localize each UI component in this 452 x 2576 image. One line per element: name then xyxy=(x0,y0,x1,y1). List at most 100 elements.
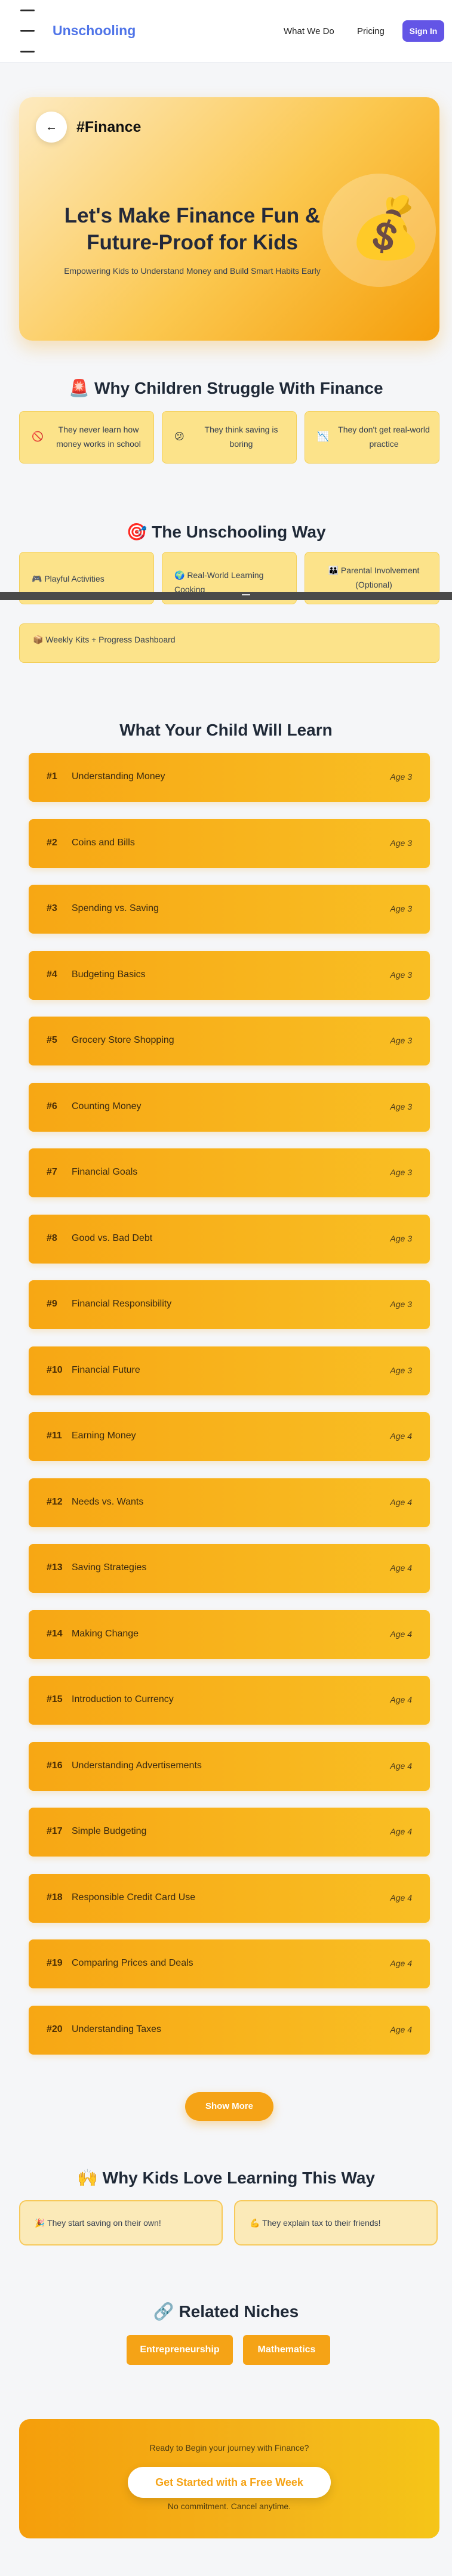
learn-item-age: Age 4 xyxy=(390,1431,412,1441)
money-bag-icon: 💰 xyxy=(349,193,423,262)
sign-in-button[interactable]: Sign In xyxy=(402,20,444,42)
learn-item[interactable]: #10 Financial Future Age 3 xyxy=(29,1346,430,1395)
learn-item-number: #17 xyxy=(47,1826,63,1836)
hero-subtitle: Empowering Kids to Understand Money and … xyxy=(64,266,321,276)
learn-item-title: Good vs. Bad Debt xyxy=(72,1233,153,1243)
niche-entrepreneurship-button[interactable]: Entrepreneurship xyxy=(127,2335,233,2365)
learn-item-number: #1 xyxy=(47,771,57,782)
learn-item-number: #5 xyxy=(47,1035,57,1045)
hero-banner: ← #Finance Let's Make Finance Fun & Futu… xyxy=(19,97,439,341)
target-icon: 🎯 xyxy=(126,522,147,542)
raised-hands-icon: 🙌 xyxy=(76,2168,98,2188)
learn-item-number: #13 xyxy=(47,1562,63,1573)
learn-item-number: #18 xyxy=(47,1892,63,1902)
struggle-card: 📉 They don't get real-world practice xyxy=(305,411,439,464)
learn-item-title: Budgeting Basics xyxy=(72,969,146,980)
learn-item-age: Age 3 xyxy=(390,1299,412,1309)
nav-pricing[interactable]: Pricing xyxy=(357,26,385,36)
learn-item[interactable]: #2 Coins and Bills Age 3 xyxy=(29,819,430,868)
learn-item-number: #19 xyxy=(47,1958,63,1968)
hero-title: Let's Make Finance Fun & Future-Proof fo… xyxy=(64,204,321,254)
learn-item-number: #12 xyxy=(47,1497,63,1507)
learn-item[interactable]: #20 Understanding Taxes Age 4 xyxy=(29,2006,430,2055)
learn-item[interactable]: #19 Comparing Prices and Deals Age 4 xyxy=(29,1939,430,1988)
learn-item-title: Making Change xyxy=(72,1629,139,1639)
cta-banner: Ready to Begin your journey with Finance… xyxy=(19,2419,439,2538)
struggle-card: 😕 They think saving is boring xyxy=(162,411,297,464)
niches-section-title: 🔗 Related Niches xyxy=(153,2302,299,2321)
learn-item-number: #7 xyxy=(47,1167,57,1177)
cta-prompt: Ready to Begin your journey with Finance… xyxy=(149,2443,309,2453)
free-week-button[interactable]: Get Started with a Free Week xyxy=(128,2467,331,2498)
learn-item-age: Age 3 xyxy=(390,1167,412,1177)
learn-item[interactable]: #5 Grocery Store Shopping Age 3 xyxy=(29,1017,430,1065)
back-arrow-icon[interactable]: ← xyxy=(36,112,67,143)
learn-item-title: Financial Goals xyxy=(72,1167,138,1177)
learn-item[interactable]: #1 Understanding Money Age 3 xyxy=(29,753,430,802)
learn-item-age: Age 4 xyxy=(390,1629,412,1639)
learn-item-title: Saving Strategies xyxy=(72,1562,147,1573)
learn-item-title: Understanding Advertisements xyxy=(72,1760,202,1771)
learn-item-age: Age 3 xyxy=(390,1102,412,1111)
learn-item-title: Comparing Prices and Deals xyxy=(72,1958,193,1968)
learn-item-number: #15 xyxy=(47,1694,63,1704)
learn-item-number: #20 xyxy=(47,2024,63,2034)
learn-item[interactable]: #9 Financial Responsibility Age 3 xyxy=(29,1280,430,1329)
learn-item-age: Age 3 xyxy=(390,1366,412,1375)
learn-item[interactable]: #16 Understanding Advertisements Age 4 xyxy=(29,1742,430,1791)
learn-item-age: Age 4 xyxy=(390,1563,412,1573)
love-section-title: 🙌 Why Kids Love Learning This Way xyxy=(76,2168,375,2188)
niche-mathematics-button[interactable]: Mathematics xyxy=(243,2335,330,2365)
menu-icon[interactable] xyxy=(20,10,36,52)
learn-item-title: Counting Money xyxy=(72,1101,142,1111)
learn-item[interactable]: #17 Simple Budgeting Age 4 xyxy=(29,1808,430,1857)
learn-item-title: Earning Money xyxy=(72,1431,136,1441)
way-section-title: 🎯 The Unschooling Way xyxy=(126,522,326,542)
show-more-button[interactable]: Show More xyxy=(185,2092,273,2121)
learn-section-title: What Your Child Will Learn xyxy=(119,721,333,739)
nav-what-we-do[interactable]: What We Do xyxy=(284,26,334,36)
link-icon: 🔗 xyxy=(153,2302,174,2321)
learn-item-title: Simple Budgeting xyxy=(72,1826,147,1836)
no-entry-icon: 🚫 xyxy=(32,431,44,442)
learn-item[interactable]: #15 Introduction to Currency Age 4 xyxy=(29,1676,430,1725)
learn-item-title: Financial Future xyxy=(72,1365,140,1375)
learn-item-title: Needs vs. Wants xyxy=(72,1497,144,1507)
confused-face-icon: 😕 xyxy=(174,431,185,442)
site-header: Unschooling What We Do Pricing Sign In xyxy=(0,0,452,63)
learn-item-number: #11 xyxy=(47,1431,62,1441)
struggle-section-title: 🚨 Why Children Struggle With Finance xyxy=(69,378,383,398)
learn-item-title: Spending vs. Saving xyxy=(72,903,159,913)
learn-item-age: Age 3 xyxy=(390,838,412,848)
scroll-indicator-bar[interactable] xyxy=(0,592,452,600)
way-card: 📦 Weekly Kits + Progress Dashboard xyxy=(19,623,439,663)
learn-item-title: Introduction to Currency xyxy=(72,1694,174,1704)
cta-note: No commitment. Cancel anytime. xyxy=(167,2501,291,2511)
learn-item[interactable]: #4 Budgeting Basics Age 3 xyxy=(29,951,430,1000)
learn-item[interactable]: #3 Spending vs. Saving Age 3 xyxy=(29,885,430,934)
learn-item[interactable]: #6 Counting Money Age 3 xyxy=(29,1083,430,1132)
learn-item-title: Financial Responsibility xyxy=(72,1299,172,1309)
learn-item-age: Age 4 xyxy=(390,1959,412,1968)
learn-item-number: #8 xyxy=(47,1233,57,1243)
learn-item-title: Coins and Bills xyxy=(72,838,135,848)
money-bag-badge: 💰 xyxy=(322,174,436,287)
learn-item-age: Age 4 xyxy=(390,2025,412,2034)
chart-down-icon: 📉 xyxy=(317,431,329,442)
learn-item[interactable]: #8 Good vs. Bad Debt Age 3 xyxy=(29,1215,430,1264)
learn-item[interactable]: #14 Making Change Age 4 xyxy=(29,1610,430,1659)
learn-item-title: Understanding Taxes xyxy=(72,2024,162,2034)
learn-item-age: Age 3 xyxy=(390,772,412,782)
learn-item[interactable]: #7 Financial Goals Age 3 xyxy=(29,1148,430,1197)
siren-icon: 🚨 xyxy=(69,378,90,398)
learn-item[interactable]: #13 Saving Strategies Age 4 xyxy=(29,1544,430,1593)
brand-logo[interactable]: Unschooling xyxy=(53,23,136,39)
learn-item-age: Age 3 xyxy=(390,970,412,980)
learn-item-age: Age 4 xyxy=(390,1497,412,1507)
learn-item[interactable]: #11 Earning Money Age 4 xyxy=(29,1412,430,1461)
learn-item-age: Age 4 xyxy=(390,1893,412,1902)
learn-item-number: #3 xyxy=(47,903,57,913)
struggle-card: 🚫 They never learn how money works in sc… xyxy=(19,411,154,464)
learn-item[interactable]: #12 Needs vs. Wants Age 4 xyxy=(29,1478,430,1527)
learn-item[interactable]: #18 Responsible Credit Card Use Age 4 xyxy=(29,1874,430,1923)
